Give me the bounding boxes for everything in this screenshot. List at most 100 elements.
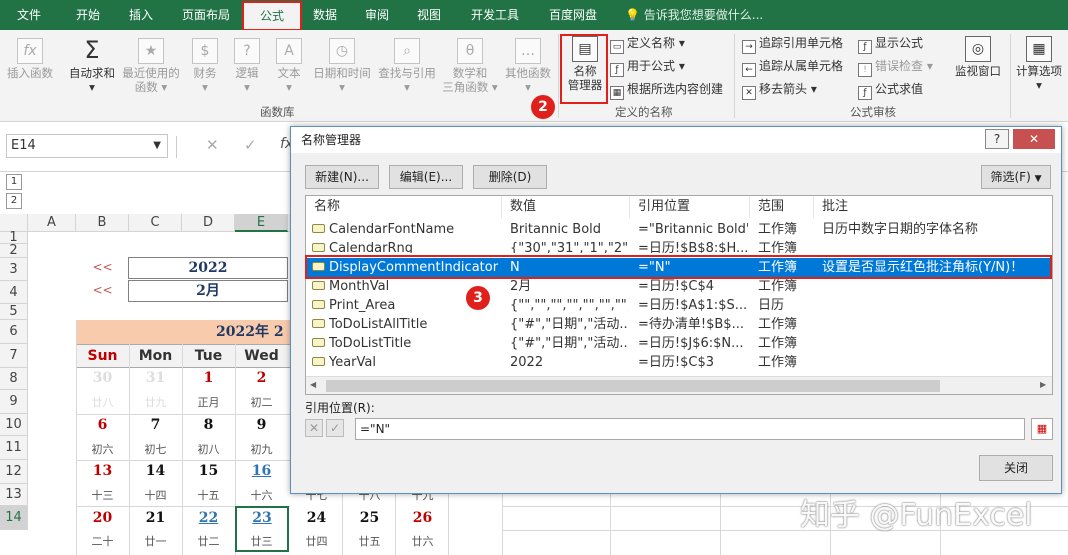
scroll-right-icon[interactable]: ▶ xyxy=(1040,380,1046,389)
tab-view[interactable]: 视图 xyxy=(406,0,452,30)
day-cell[interactable]: 20 xyxy=(76,510,129,526)
cancel-icon[interactable]: ✕ xyxy=(206,136,219,154)
close-button[interactable]: 关闭 xyxy=(979,455,1053,481)
tab-developer[interactable]: 开发工具 xyxy=(460,0,530,30)
create-from-selection-button[interactable]: ▦ 根据所选内容创建 xyxy=(610,79,723,100)
autosum-button[interactable]: Σ 自动求和 ▾ xyxy=(64,38,120,94)
column-header-e[interactable]: E xyxy=(235,214,288,232)
delete-name-button[interactable]: 删除(D) xyxy=(473,165,547,189)
day-cell[interactable]: 14 xyxy=(129,463,182,479)
row-header-2[interactable]: 2 xyxy=(0,244,28,258)
define-name-button[interactable]: ▭ 定义名称 ▾ xyxy=(610,33,685,54)
day-cell[interactable]: 1 xyxy=(182,370,235,386)
column-header-value[interactable]: 数值 xyxy=(502,196,630,218)
names-list[interactable]: 名称 数值 引用位置 范围 批注 CalendarFontName Britann… xyxy=(305,195,1053,395)
column-header-name[interactable]: 名称 xyxy=(306,196,502,218)
outline-level-1[interactable]: 1 xyxy=(6,174,22,190)
outline-level-2[interactable]: 2 xyxy=(6,193,22,209)
math-trig-button[interactable]: θ 数学和 三角函数 ▾ xyxy=(440,38,500,94)
column-header-c[interactable]: C xyxy=(129,214,182,232)
lookup-button[interactable]: ⌕ 查找与引用 ▾ xyxy=(376,38,438,94)
list-item[interactable]: MonthVal 2月 =日历!$C$4 工作簿 xyxy=(306,277,1052,296)
tab-file[interactable]: 文件 xyxy=(0,0,58,30)
horizontal-scrollbar[interactable]: ◀ ▶ xyxy=(306,376,1052,394)
day-cell[interactable]: 26 xyxy=(396,510,449,526)
day-cell[interactable]: 25 xyxy=(343,510,396,526)
row-header-8[interactable]: 8 xyxy=(0,368,28,390)
tab-home[interactable]: 开始 xyxy=(62,0,114,30)
column-header-a[interactable]: A xyxy=(28,214,76,232)
scroll-left-icon[interactable]: ◀ xyxy=(310,380,316,389)
column-header-refers-to[interactable]: 引用位置 xyxy=(630,196,750,218)
evaluate-formula-button[interactable]: ƒ 公式求值 xyxy=(858,79,923,100)
row-header-11[interactable]: 11 xyxy=(0,436,28,460)
row-header-3[interactable]: 3 xyxy=(0,258,28,281)
tab-page-layout[interactable]: 页面布局 xyxy=(170,0,242,30)
column-header-scope[interactable]: 范围 xyxy=(750,196,814,218)
dialog-title-bar[interactable]: 名称管理器 xyxy=(291,127,1061,153)
refers-to-input[interactable]: ="N" xyxy=(355,418,1025,440)
list-item[interactable]: YearVal 2022 =日历!$C$3 工作簿 xyxy=(306,353,1052,372)
day-cell[interactable]: 6 xyxy=(76,417,129,433)
tab-insert[interactable]: 插入 xyxy=(116,0,166,30)
enter-icon[interactable]: ✓ xyxy=(244,136,257,154)
day-cell[interactable]: 16 xyxy=(235,463,288,479)
row-header-9[interactable]: 9 xyxy=(0,390,28,414)
year-cell[interactable]: 2022 xyxy=(128,257,288,279)
row-header-5[interactable]: 5 xyxy=(0,304,28,320)
row-header-6[interactable]: 6 xyxy=(0,320,28,344)
remove-arrows-button[interactable]: ✕ 移去箭头 ▾ xyxy=(742,79,817,100)
close-icon[interactable]: ✕ xyxy=(1013,129,1055,149)
day-cell[interactable]: 7 xyxy=(129,417,182,433)
more-functions-button[interactable]: … 其他函数 ▾ xyxy=(500,38,556,94)
row-header-14[interactable]: 14 xyxy=(0,506,28,530)
day-cell[interactable]: 8 xyxy=(182,417,235,433)
list-item[interactable]: Print_Area {"","","","","","","","","" =日历… xyxy=(306,296,1052,315)
calc-options-button[interactable]: ▦ 计算选项 ▾ xyxy=(1012,36,1066,92)
row-header-4[interactable]: 4 xyxy=(0,281,28,304)
row-header-12[interactable]: 12 xyxy=(0,460,28,484)
column-header-b[interactable]: B xyxy=(76,214,129,232)
watch-window-button[interactable]: ◎ 监视窗口 xyxy=(950,36,1006,78)
financial-button[interactable]: $ 财务 ▾ xyxy=(186,38,224,94)
tab-data[interactable]: 数据 xyxy=(302,0,348,30)
prev-month-button[interactable]: << xyxy=(76,283,129,297)
new-name-button[interactable]: 新建(N)... xyxy=(305,165,379,189)
datetime-button[interactable]: ◷ 日期和时间 ▾ xyxy=(310,38,374,94)
show-formulas-button[interactable]: ƒ 显示公式 xyxy=(858,33,923,54)
list-item[interactable]: ToDoListAllTitle {"#","日期","活动... =待办清单!$B… xyxy=(306,315,1052,334)
day-cell[interactable]: 22 xyxy=(182,510,235,526)
row-header-13[interactable]: 13 xyxy=(0,484,28,506)
row-header-7[interactable]: 7 xyxy=(0,344,28,368)
name-box[interactable]: E14 ▼ xyxy=(6,134,168,158)
day-cell[interactable]: 9 xyxy=(235,417,288,433)
prev-year-button[interactable]: << xyxy=(76,260,129,274)
day-cell[interactable]: 13 xyxy=(76,463,129,479)
tell-me-box[interactable]: 💡 告诉我您想要做什么... xyxy=(625,0,763,30)
trace-precedents-button[interactable]: → 追踪引用单元格 xyxy=(742,33,843,54)
cancel-edit-icon[interactable]: ✕ xyxy=(305,419,323,437)
help-button[interactable]: ? xyxy=(985,129,1009,149)
text-button[interactable]: A 文本 ▾ xyxy=(270,38,308,94)
tab-baidu-pan[interactable]: 百度网盘 xyxy=(538,0,608,30)
tab-review[interactable]: 审阅 xyxy=(354,0,400,30)
use-in-formula-button[interactable]: ƒ 用于公式 ▾ xyxy=(610,56,685,77)
trace-dependents-button[interactable]: ← 追踪从属单元格 xyxy=(742,56,843,77)
filter-button[interactable]: 筛选(F) ▼ xyxy=(981,165,1051,189)
error-checking-button[interactable]: ! 错误检查 ▾ xyxy=(858,56,933,77)
list-item[interactable]: ToDoListTitle {"#","日期","活动... =日历!$J$6:$N… xyxy=(306,334,1052,353)
confirm-edit-icon[interactable]: ✓ xyxy=(326,419,344,437)
month-cell[interactable]: 2月 xyxy=(128,280,288,302)
edit-name-button[interactable]: 编辑(E)... xyxy=(389,165,463,189)
recent-functions-button[interactable]: ★ 最近使用的 函数 ▾ xyxy=(120,38,182,94)
day-cell[interactable]: 21 xyxy=(129,510,182,526)
day-cell[interactable]: 24 xyxy=(290,510,343,526)
insert-function-button[interactable]: fx 插入函数 xyxy=(2,38,58,80)
list-item[interactable]: CalendarFontName Britannic Bold ="Britanni… xyxy=(306,220,1052,239)
day-cell[interactable]: 30 xyxy=(76,370,129,386)
day-cell[interactable]: 15 xyxy=(182,463,235,479)
column-header-d[interactable]: D xyxy=(182,214,235,232)
scrollbar-thumb[interactable] xyxy=(326,380,940,392)
list-item[interactable]: CalendarRng {"30","31","1","2"... =日历!$B$8… xyxy=(306,239,1052,253)
day-cell[interactable]: 31 xyxy=(129,370,182,386)
